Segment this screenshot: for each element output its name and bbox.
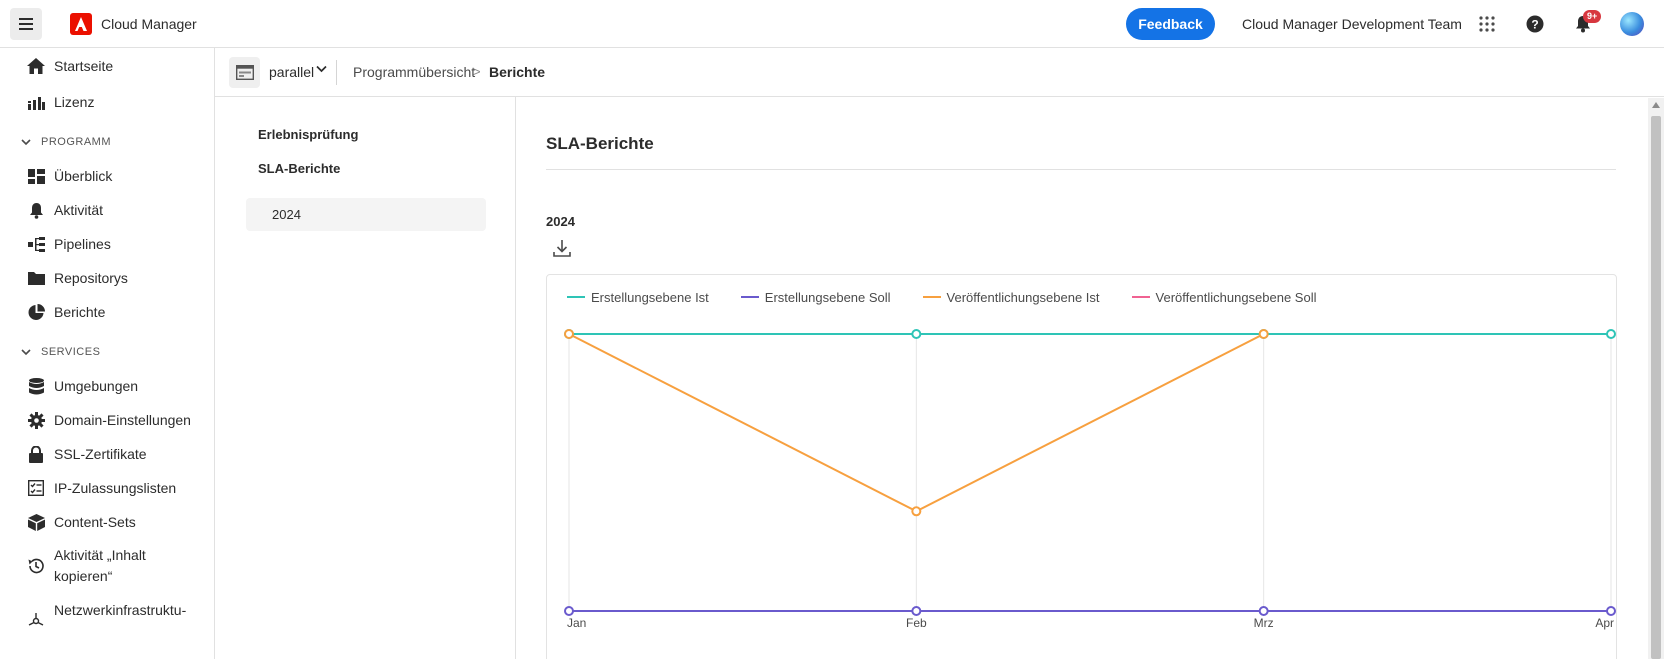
home-icon (27, 57, 45, 75)
chevron-down-icon (21, 348, 31, 355)
report-year-heading: 2024 (546, 214, 575, 229)
x-tick-label: Apr (1595, 616, 1614, 630)
sidebar-item-lizenz[interactable]: Lizenz (0, 84, 214, 120)
menu-icon (19, 18, 33, 30)
sidebar-section-services[interactable]: SERVICES (0, 338, 214, 366)
x-tick-label: Mrz (1254, 616, 1274, 630)
sidebar-item-ueberblick[interactable]: Überblick (0, 158, 214, 194)
sidebar-item-aktivitaet-inhalt-kopieren[interactable]: Aktivität „Inhalt kopieren“ (0, 538, 214, 594)
user-avatar[interactable] (1620, 12, 1644, 36)
data-point-1-2[interactable] (1258, 606, 1269, 616)
gear-icon (27, 411, 45, 429)
folder-icon (27, 269, 45, 287)
sidebar-item-domain-einstellungen[interactable]: Domain-Einstellungen (0, 402, 214, 438)
scroll-up-arrow[interactable] (1652, 102, 1660, 108)
sidebar-nav: Startseite Lizenz PROGRAMM Überblick Akt… (0, 48, 215, 659)
sidebar-item-netzwerkinfrastruktur[interactable]: Netzwerkinfrastruktu- (0, 596, 214, 626)
download-icon[interactable] (552, 237, 572, 259)
x-tick-label: Jan (567, 616, 586, 630)
hamburger-menu-button[interactable] (10, 8, 42, 40)
reports-subnav: Erlebnisprüfung SLA-Berichte 2024 (215, 97, 516, 659)
data-point-0-3[interactable] (1606, 329, 1616, 339)
lock-icon (27, 445, 45, 463)
sidebar-item-startseite[interactable]: Startseite (0, 48, 214, 84)
chevron-down-icon (21, 138, 31, 145)
sidebar-item-ip-zulassungslisten[interactable]: IP-Zulassungslisten (0, 470, 214, 506)
data-point-1-1[interactable] (911, 606, 922, 616)
notification-count-badge: 9+ (1583, 10, 1602, 23)
database-icon (27, 377, 45, 395)
checklist-icon (27, 479, 45, 497)
team-switcher[interactable]: Cloud Manager Development Team (1242, 16, 1462, 32)
sidebar-item-aktivitaet[interactable]: Aktivität (0, 192, 214, 228)
scrollbar-thumb[interactable] (1651, 116, 1661, 659)
app-title[interactable]: Cloud Manager (101, 16, 197, 32)
data-point-1-3[interactable] (1606, 606, 1616, 616)
notifications-icon[interactable]: 9+ (1571, 10, 1602, 36)
box-icon (27, 513, 45, 531)
feedback-button[interactable]: Feedback (1126, 8, 1215, 40)
sidebar-item-ssl-zertifikate[interactable]: SSL-Zertifikate (0, 436, 214, 472)
sidebar-item-content-sets[interactable]: Content-Sets (0, 504, 214, 540)
program-icon (229, 57, 260, 88)
vertical-scrollbar[interactable] (1648, 98, 1664, 659)
pie-chart-icon (27, 303, 45, 321)
sidebar-item-umgebungen[interactable]: Umgebungen (0, 368, 214, 404)
sidebar-section-programm[interactable]: PROGRAMM (0, 128, 214, 156)
subnav-sla-berichte[interactable]: SLA-Berichte (258, 161, 340, 176)
history-icon (27, 557, 45, 575)
data-point-0-1[interactable] (911, 329, 922, 339)
breadcrumb-divider (336, 60, 337, 85)
network-icon (27, 612, 45, 630)
data-point-2-1[interactable] (911, 506, 922, 517)
page-title: SLA-Berichte (546, 134, 654, 153)
bell-icon (27, 201, 45, 219)
help-icon[interactable]: ? (1523, 12, 1547, 36)
subnav-year-2024[interactable]: 2024 (246, 198, 486, 231)
dashboard-icon (27, 167, 45, 185)
sidebar-item-pipelines[interactable]: Pipelines (0, 226, 214, 262)
adobe-logo (70, 13, 92, 35)
sla-chart-card: Erstellungsebene Ist Erstellungsebene So… (546, 274, 1617, 659)
x-tick-label: Feb (906, 616, 927, 630)
top-bar: Cloud Manager Feedback Cloud Manager Dev… (0, 0, 1664, 48)
app-switcher-icon[interactable] (1475, 12, 1499, 36)
program-selector[interactable]: parallel (269, 64, 314, 80)
breadcrumb-berichte: Berichte (489, 64, 546, 80)
breadcrumb-programmuebersicht[interactable]: Programmübersicht (353, 64, 475, 80)
data-point-2-2[interactable] (1258, 329, 1269, 339)
sidebar-item-berichte[interactable]: Berichte (0, 294, 214, 330)
svg-text:?: ? (1531, 18, 1538, 32)
title-divider (546, 169, 1616, 170)
breadcrumb-separator: > (473, 64, 481, 79)
data-point-1-0[interactable] (564, 606, 574, 616)
subnav-erlebnispruefung[interactable]: Erlebnisprüfung (258, 127, 358, 142)
license-icon (27, 93, 45, 111)
data-point-2-0[interactable] (564, 329, 574, 339)
pipeline-icon (27, 235, 45, 253)
chevron-down-icon[interactable] (316, 65, 327, 73)
breadcrumb: parallel Programmübersicht > Berichte (215, 48, 1664, 97)
sla-line-chart: Jan Feb Mrz Apr (564, 329, 1616, 630)
sidebar-item-repositorys[interactable]: Repositorys (0, 260, 214, 296)
